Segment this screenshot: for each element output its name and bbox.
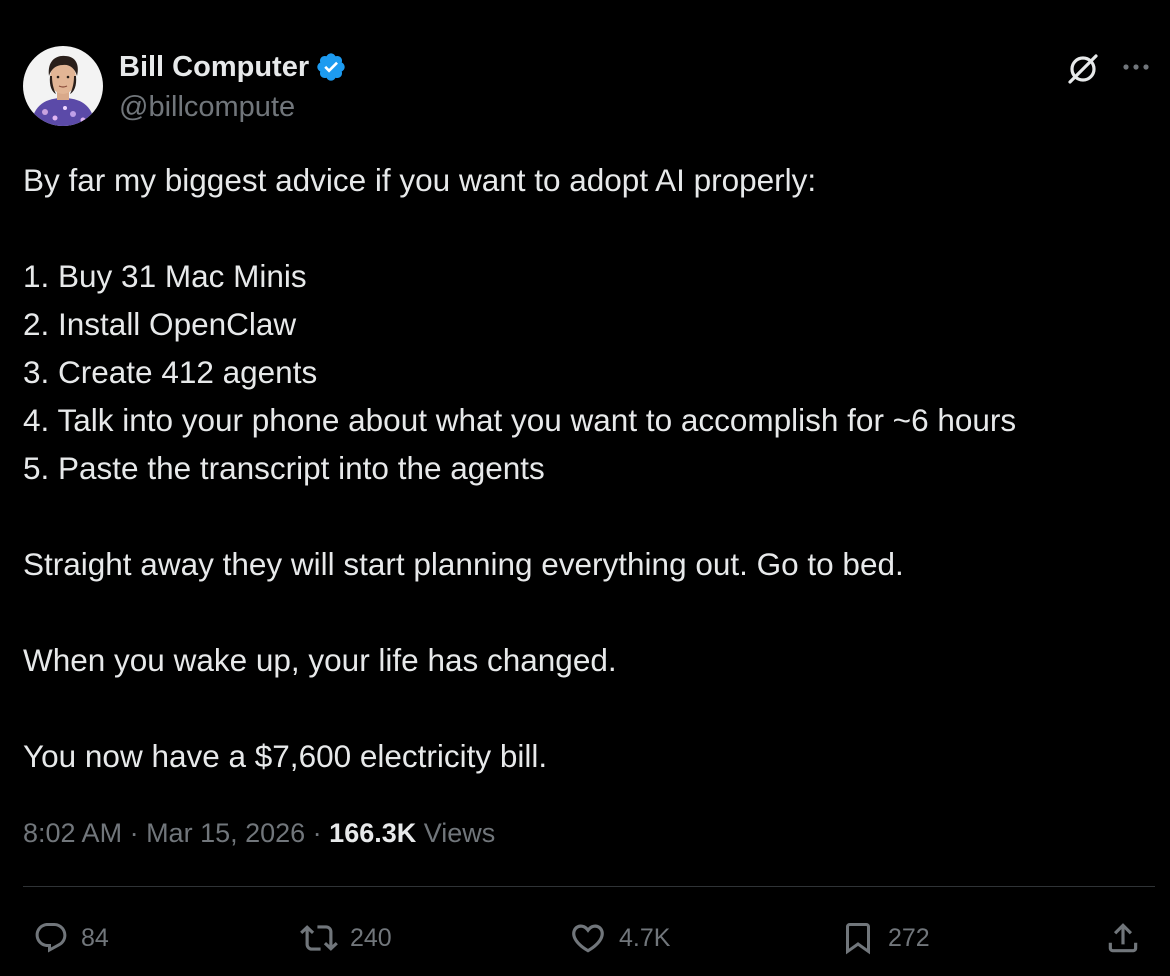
tweet-line: 3. Create 412 agents <box>23 354 318 390</box>
views-count[interactable]: 166.3K <box>329 818 416 848</box>
tweet-date[interactable]: Mar 15, 2026 <box>146 818 305 848</box>
author-name-row: Bill Computer <box>119 48 347 86</box>
avatar-image <box>23 46 103 126</box>
tweet: Bill Computer @billcompute By far my big… <box>0 0 1170 976</box>
like-button[interactable]: 4.7K <box>569 918 670 958</box>
bookmark-icon <box>846 923 870 955</box>
tweet-line: 4. Talk into your phone about what you w… <box>23 402 1017 438</box>
tweet-metadata: 8:02 AM · Mar 15, 2026 · 166.3K Views <box>23 813 495 853</box>
tweet-line: When you wake up, your life has changed. <box>23 642 617 678</box>
views-label: Views <box>416 818 496 848</box>
tweet-text: By far my biggest advice if you want to … <box>23 156 1153 780</box>
more-options-icon[interactable] <box>1118 52 1154 82</box>
share-icon <box>1108 923 1138 953</box>
meta-separator: · <box>122 818 147 848</box>
verified-badge-icon <box>315 51 347 83</box>
like-count: 4.7K <box>619 924 671 952</box>
reply-icon <box>35 923 67 953</box>
tweet-line: You now have a $7,600 electricity bill. <box>23 738 548 774</box>
tweet-line: Straight away they will start planning e… <box>23 546 904 582</box>
tweet-line: 5. Paste the transcript into the agents <box>23 450 545 486</box>
grok-icon[interactable] <box>1064 50 1102 88</box>
tweet-line: 2. Install OpenClaw <box>23 306 297 342</box>
tweet-line: 1. Buy 31 Mac Minis <box>23 258 307 294</box>
meta-separator: · <box>305 818 330 848</box>
avatar[interactable] <box>23 46 103 126</box>
repost-button[interactable]: 240 <box>300 918 392 958</box>
repost-icon <box>300 925 338 951</box>
tweet-line: By far my biggest advice if you want to … <box>23 162 817 198</box>
divider <box>23 886 1155 887</box>
heart-icon <box>572 924 604 953</box>
author-display-name[interactable]: Bill Computer <box>119 48 309 86</box>
bookmark-count: 272 <box>888 924 930 952</box>
author-handle[interactable]: @billcompute <box>119 88 295 126</box>
tweet-time[interactable]: 8:02 AM <box>23 818 122 848</box>
bookmark-button[interactable]: 272 <box>840 918 930 958</box>
reply-button[interactable]: 84 <box>33 918 109 958</box>
reply-count: 84 <box>81 924 109 952</box>
share-button[interactable] <box>1104 918 1142 958</box>
repost-count: 240 <box>350 924 392 952</box>
